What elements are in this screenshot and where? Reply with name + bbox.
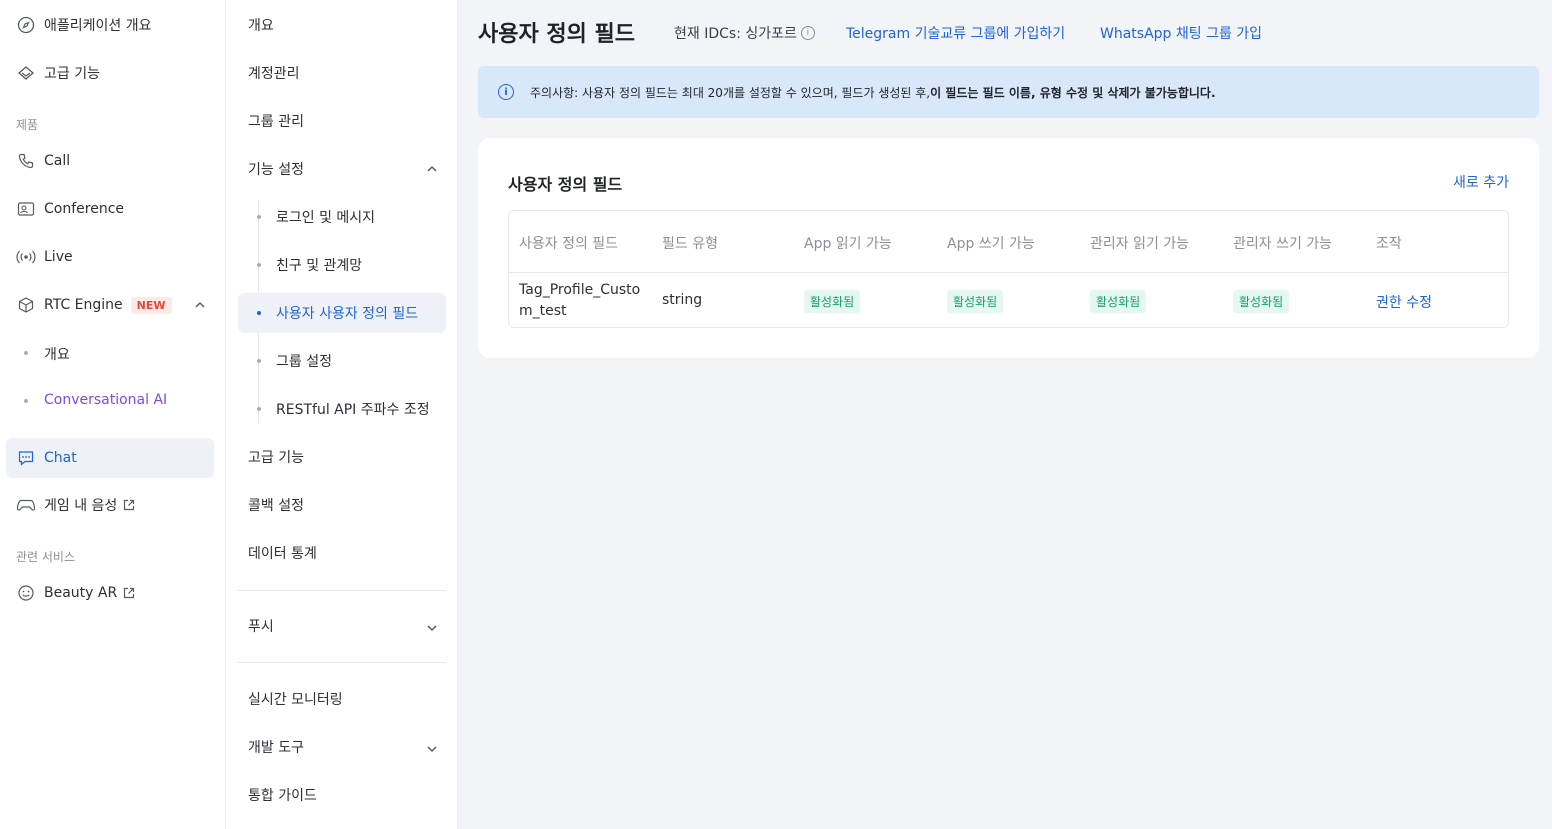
nav-sub-group-settings[interactable]: 그룹 설정	[238, 341, 446, 381]
sidebar-item-advanced[interactable]: 고급 기능	[6, 53, 214, 93]
table-header: 조작	[1376, 236, 1402, 252]
custom-fields-table: 사용자 정의 필드 필드 유형 App 읽기 가능 App 쓰기 가능 관리자 …	[508, 210, 1509, 328]
notice-text: 주의사항: 사용자 정의 필드는 최대 20개를 설정할 수 있으며, 필드가 …	[530, 85, 931, 100]
idc-label: 현재 IDCs: 싱가포르	[674, 26, 797, 42]
nav-sub-custom-fields[interactable]: 사용자 사용자 정의 필드	[238, 293, 446, 333]
table-header: 필드 유형	[662, 236, 718, 252]
gamepad-icon	[16, 495, 36, 515]
nav-feature-settings-label: 기능 설정	[248, 162, 304, 178]
nav-sub-login-message[interactable]: 로그인 및 메시지	[238, 197, 446, 237]
edit-permission-button[interactable]: 권한 수정	[1376, 292, 1432, 312]
sidebar-item-beauty-ar[interactable]: Beauty AR	[6, 573, 214, 613]
telegram-link[interactable]: Telegram 기술교류 그룹에 가입하기	[846, 23, 1065, 43]
phone-icon	[16, 151, 36, 171]
chevron-down-icon[interactable]	[425, 742, 439, 756]
nav-sub-restful-api[interactable]: RESTful API 주파수 조정	[238, 389, 446, 429]
sidebar-item-label: Live	[44, 249, 73, 265]
sidebar-item-app-overview[interactable]: 애플리케이션 개요	[6, 5, 214, 45]
diamond-icon	[16, 63, 36, 83]
cell-field-name: Tag_Profile_Custom_test	[519, 282, 641, 319]
card-title: 사용자 정의 필드	[508, 175, 623, 194]
info-icon[interactable]: i	[800, 26, 815, 40]
sidebar-item-call[interactable]: Call	[6, 141, 214, 181]
sidebar-item-label: RTC Engine	[44, 297, 123, 313]
section-title-products: 제품	[16, 118, 39, 132]
sidebar-item-conference[interactable]: Conference	[6, 189, 214, 229]
bullet-dot-active	[257, 311, 261, 315]
sidebar-item-label: Beauty AR	[44, 585, 118, 601]
cell-field-type: string	[662, 292, 703, 308]
sidebar-item-rtc-engine[interactable]: RTC Engine NEW	[6, 285, 214, 325]
sidebar-subitem-conversational-ai[interactable]: Conversational AI	[44, 392, 167, 408]
page-title: 사용자 정의 필드	[478, 22, 635, 47]
nav-overview[interactable]: 개요	[238, 5, 446, 45]
bullet-dot	[24, 351, 28, 355]
row-divider	[509, 272, 1508, 273]
notice-banner: i 주의사항: 사용자 정의 필드는 최대 20개를 설정할 수 있으며, 필드…	[478, 66, 1539, 118]
add-new-button[interactable]: 새로 추가	[1453, 172, 1509, 192]
external-link-icon	[123, 587, 135, 599]
sidebar-item-label: Call	[44, 153, 71, 169]
broadcast-icon	[16, 247, 36, 267]
sidebar-item-label: 애플리케이션 개요	[44, 18, 152, 34]
new-badge: NEW	[130, 296, 172, 314]
external-link-icon	[123, 499, 135, 511]
section-title-related: 관련 서비스	[16, 550, 76, 564]
table-header: App 쓰기 가능	[947, 236, 1035, 252]
main-content: 사용자 정의 필드 현재 IDCs: 싱가포르 i Telegram 기술교류 …	[458, 0, 1552, 829]
sidebar-item-label: Chat	[44, 450, 77, 466]
nav-sub-friends[interactable]: 친구 및 관계망	[238, 245, 446, 285]
nav-advanced[interactable]: 고급 기능	[238, 437, 446, 477]
cube-icon	[16, 295, 36, 315]
table-header: 관리자 읽기 가능	[1090, 236, 1190, 252]
conference-icon	[16, 199, 36, 219]
info-icon: i	[498, 84, 514, 100]
primary-sidebar: 애플리케이션 개요 고급 기능 제품 Call Conference Live …	[0, 0, 226, 829]
status-badge-app-read: 활성화됨	[804, 290, 861, 313]
bullet-dot	[24, 399, 28, 403]
notice-bold-text: 이 필드는 필드 이름, 유형 수정 및 삭제가 불가능합니다.	[930, 85, 1216, 100]
table-header: App 읽기 가능	[804, 236, 892, 252]
sidebar-item-game-voice[interactable]: 게임 내 음성	[6, 485, 214, 525]
sidebar-item-chat[interactable]: Chat	[6, 438, 214, 478]
divider	[238, 590, 446, 591]
nav-account[interactable]: 계정관리	[238, 53, 446, 93]
sidebar-item-label: 고급 기능	[44, 66, 100, 82]
nav-integration-guide[interactable]: 통합 가이드	[238, 775, 446, 815]
chat-bubble-icon	[16, 448, 36, 468]
nav-push[interactable]: 푸시	[238, 606, 446, 646]
sidebar-item-label: 게임 내 음성	[44, 498, 118, 514]
whatsapp-link[interactable]: WhatsApp 채팅 그룹 가입	[1100, 23, 1262, 43]
smile-icon	[16, 583, 36, 603]
status-badge-admin-write: 활성화됨	[1233, 290, 1290, 313]
table-header: 사용자 정의 필드	[519, 236, 619, 252]
nav-group-manage[interactable]: 그룹 관리	[238, 101, 446, 141]
sidebar-subitem-rtc-overview[interactable]: 개요	[44, 344, 70, 364]
chevron-up-icon[interactable]	[193, 298, 207, 312]
nav-feature-settings[interactable]: 기능 설정	[238, 149, 446, 189]
sidebar-item-label: Conference	[44, 201, 125, 217]
compass-icon	[16, 15, 36, 35]
status-badge-app-write: 활성화됨	[947, 290, 1004, 313]
nav-dev-tools[interactable]: 개발 도구	[238, 727, 446, 767]
sidebar-item-live[interactable]: Live	[6, 237, 214, 277]
table-header: 관리자 쓰기 가능	[1233, 236, 1333, 252]
status-badge-admin-read: 활성화됨	[1090, 290, 1147, 313]
chevron-up-icon[interactable]	[425, 162, 439, 176]
nav-data-stats[interactable]: 데이터 통계	[238, 533, 446, 573]
nav-realtime-monitoring[interactable]: 실시간 모니터링	[238, 679, 446, 719]
secondary-sidebar: 개요 계정관리 그룹 관리 기능 설정 로그인 및 메시지 친구 및 관계망 사…	[226, 0, 458, 829]
chevron-down-icon[interactable]	[425, 621, 439, 635]
current-idc: 현재 IDCs: 싱가포르 i	[674, 23, 815, 43]
divider	[238, 662, 446, 663]
custom-fields-card: 사용자 정의 필드 새로 추가 사용자 정의 필드 필드 유형 App 읽기 가…	[478, 138, 1539, 358]
nav-callback[interactable]: 콜백 설정	[238, 485, 446, 525]
